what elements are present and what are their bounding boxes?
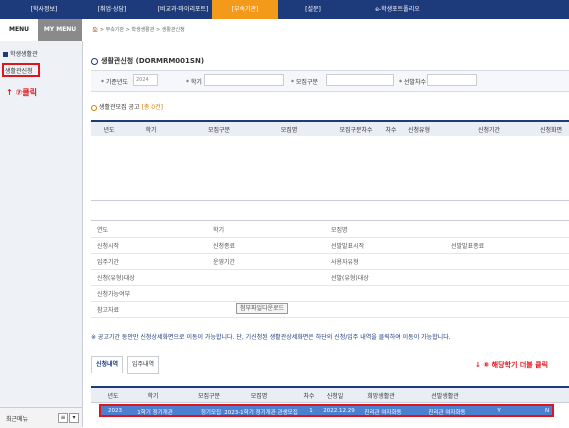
detail-row: 신청시작 신청종료 선발발표시작 선발발표종료: [91, 237, 569, 254]
col-wish-dorm: 희망생활관: [367, 393, 395, 400]
semester-select[interactable]: [204, 74, 284, 86]
year-label: * 기준년도: [101, 79, 128, 86]
cell-year: 2023: [108, 408, 122, 414]
attachment-download-button[interactable]: 첨부파일다운로드: [236, 303, 289, 314]
sidebar-title[interactable]: 학생생활관: [3, 49, 38, 58]
detail-row: 참고자료 첨부파일다운로드: [91, 301, 569, 318]
announce-end-label: 선발발표종료: [451, 243, 485, 250]
col-recruit-type: 모집구분: [197, 393, 221, 400]
col-recruit-name: 모집명: [280, 127, 298, 134]
tab-academic[interactable]: [학사정보]: [16, 0, 72, 19]
history-row-2023[interactable]: 2023 1학기 정기개관 정기모집 2023-1학기 정기개관 관생모집 1 …: [99, 404, 554, 417]
apply-start-label: 신청시작: [97, 243, 120, 250]
recruit-type-select[interactable]: [326, 74, 394, 86]
breadcrumb: 🏠 > 부속기관 > 학생생활관 > 생활관신청: [92, 27, 185, 33]
selection-order-select[interactable]: [427, 74, 477, 86]
history-grid: 년도 학기 모집구분 모집명 차수 신청일 희망생활관 선발생활관 2023 1…: [91, 386, 569, 417]
sidebar: 학생생활관 생활관신청 ↑ ⑦클릭 최근메뉴 ≡ ▾: [0, 41, 83, 428]
col-apply-type: 신청유형: [407, 127, 431, 134]
history-grid-header: 년도 학기 모집구분 모집명 차수 신청일 희망생활관 선발생활관: [91, 388, 569, 403]
detail-year-label: 연도: [97, 227, 109, 234]
move-in-label: 입주기간: [97, 259, 120, 266]
operate-label: 운영기간: [213, 259, 236, 266]
cell-semester: 1학기 정기개관: [137, 410, 173, 416]
col-semester: 학기: [145, 127, 157, 134]
folder-icon: [3, 52, 8, 57]
recent-menu-label: 최근메뉴: [6, 416, 29, 423]
year-select[interactable]: 2024: [133, 74, 158, 86]
my-menu-tab[interactable]: MY MENU: [38, 19, 82, 41]
col-year: 년도: [107, 393, 119, 400]
filter-bar: * 기준년도 2024 * 학기 * 모집구분 * 선발차수: [91, 70, 569, 92]
notice-grid: 년도 학기 모집구분 모집명 모집구분차수 차수 신청유형 신청기간 신청화면: [91, 120, 569, 201]
detail-row: 신청(유형)대상 선발(유형)대상: [91, 269, 569, 286]
tab-move-in-history[interactable]: 입주내역: [127, 356, 160, 374]
notice-text: ※ 공고기간 동안만 신청상세화면으로 이동이 가능합니다. 단, 기신청된 생…: [91, 334, 451, 341]
col-order: 차수: [385, 127, 397, 134]
col-year: 년도: [103, 127, 115, 134]
col-order: 차수: [303, 393, 315, 400]
selection-order-label: * 선발차수: [399, 79, 426, 86]
tab-survey[interactable]: [설문]: [280, 0, 346, 19]
tab-career[interactable]: [취업·상담]: [82, 0, 142, 19]
cell-wish-dorm: 진리관 여자화동: [364, 410, 402, 416]
tab-extracurricular[interactable]: [비교과·마이리포트]: [148, 0, 218, 19]
semester-label: * 학기: [186, 79, 202, 86]
col-apply-date: 신청일: [326, 393, 344, 400]
list-icon[interactable]: ≡: [58, 413, 68, 423]
cell-recruit-name: 2023-1학기 정기개관 관생모집: [224, 410, 298, 416]
announce-start-label: 선발발표시작: [331, 243, 365, 250]
col-apply-screen: 신청화면: [539, 127, 563, 134]
notice-section-title: 생활관모집 공고 [총 0건]: [91, 102, 163, 111]
cell-order: 1: [309, 408, 313, 414]
col-recruit-order: 모집구분차수: [339, 127, 373, 134]
detail-row: 연도 학기 모집명: [91, 221, 569, 238]
col-recruit-type: 모집구분: [207, 127, 231, 134]
tab-eportfolio[interactable]: e-학생포트폴리오: [350, 0, 445, 19]
apply-end-label: 신청종료: [213, 243, 236, 250]
apply-available-label: 신청가능여부: [97, 291, 131, 298]
page-title: 생활관신청 (DORMRM001SN): [91, 56, 204, 66]
menu-bar: MENU MY MENU: [0, 19, 82, 41]
step-8-annotation: ↓ ⑧ 해당학기 더블 클릭: [475, 361, 549, 369]
chevron-down-icon[interactable]: ▾: [69, 413, 79, 423]
cell-recruit-type: 정기모집: [200, 410, 222, 416]
col-apply-period: 신청기간: [477, 127, 501, 134]
recruit-type-label: * 모집구분: [291, 79, 318, 86]
cell-flag-2: N: [544, 408, 550, 414]
col-semester: 학기: [147, 393, 159, 400]
step-7-annotation: ↑ ⑦클릭: [6, 88, 37, 97]
user-type-label: 사용자유형: [331, 259, 359, 266]
top-navigation: [학사정보] [취업·상담] [비교과·마이리포트] [부속기관] [설문] e…: [0, 0, 569, 19]
reference-label: 참고자료: [97, 307, 120, 314]
cell-flag-1: Y: [497, 408, 501, 414]
detail-recruit-name-label: 모집명: [331, 227, 348, 234]
notice-grid-header: 년도 학기 모집구분 모집명 모집구분차수 차수 신청유형 신청기간 신청화면: [91, 122, 569, 137]
detail-semester-label: 학기: [213, 227, 225, 234]
tab-apply-history[interactable]: 신청내역: [91, 356, 124, 373]
detail-row: 입주기간 운영기간 사용자유형: [91, 253, 569, 270]
notice-grid-body[interactable]: [91, 136, 569, 201]
cell-apply-date: 2022.12.29: [323, 408, 355, 414]
cell-selected-dorm: 진리관 여자화동: [428, 410, 466, 416]
recent-menu-bar: 최근메뉴 ≡ ▾: [0, 407, 82, 428]
apply-target-label: 신청(유형)대상: [97, 275, 135, 282]
col-recruit-name: 모집명: [250, 393, 268, 400]
detail-row: 신청가능여부: [91, 285, 569, 302]
select-target-label: 선발(유형)대상: [331, 275, 369, 282]
tab-affiliated[interactable]: [부속기관]: [212, 0, 278, 19]
detail-form: 연도 학기 모집명 신청시작 신청종료 선발발표시작 선발발표종료 입주기간 운…: [91, 220, 569, 318]
menu-tab[interactable]: MENU: [0, 19, 38, 41]
title-bullet-icon: [91, 57, 98, 65]
section-bullet-icon: [91, 104, 97, 111]
sidebar-item-dorm-apply[interactable]: 생활관신청: [2, 63, 40, 77]
col-selected-dorm: 선발생활관: [431, 393, 459, 400]
